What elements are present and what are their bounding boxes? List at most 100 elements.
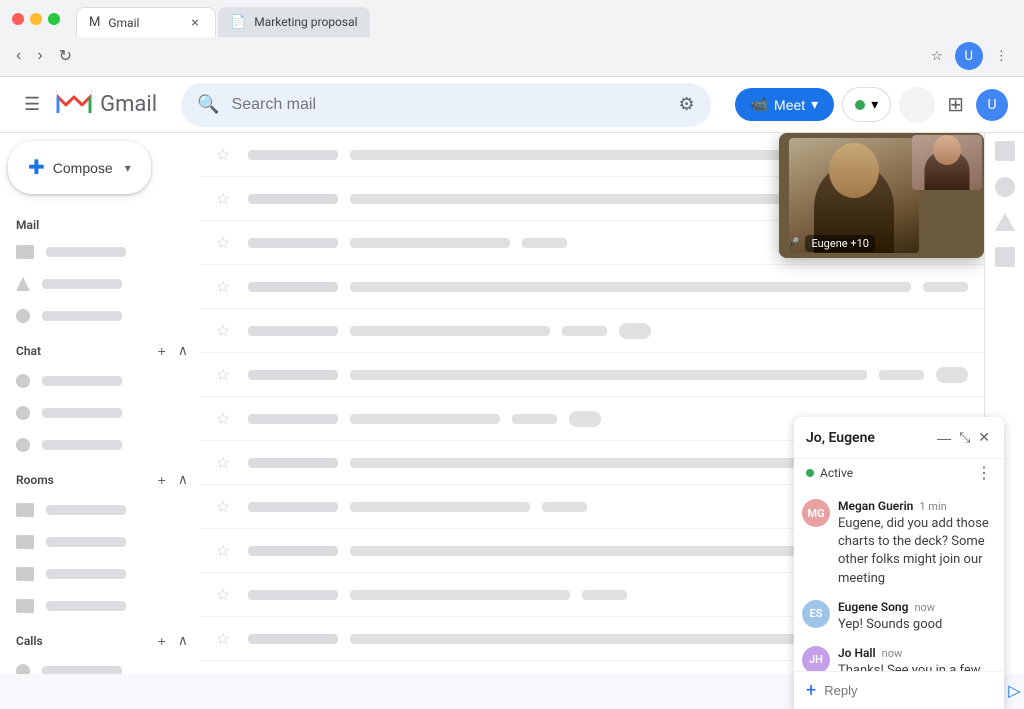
reload-button[interactable]: ↻: [55, 42, 76, 70]
video-mic-icon: 🎤: [787, 238, 799, 249]
star-icon[interactable]: ☆: [216, 189, 236, 208]
search-input[interactable]: [232, 96, 667, 114]
hamburger-menu[interactable]: ☰: [16, 86, 48, 123]
video-person-thumb: [912, 135, 982, 190]
chat2-label: [42, 408, 122, 418]
profile-avatar[interactable]: U: [955, 42, 983, 70]
star-icon[interactable]: ☆: [216, 277, 236, 296]
star-icon[interactable]: ☆: [216, 409, 236, 428]
star-icon[interactable]: ☆: [216, 145, 236, 164]
chat-section-header: Chat + ∧: [0, 332, 200, 365]
email-subject: [350, 238, 510, 248]
sidebar-item-starred[interactable]: [0, 268, 192, 300]
chat-title: Jo, Eugene: [806, 430, 875, 446]
rooms-add-button[interactable]: +: [154, 469, 170, 490]
chat-add-icon[interactable]: +: [806, 680, 816, 701]
chat-status-bar: Active ⋮: [794, 459, 1004, 491]
sidebar-item-room2[interactable]: [0, 526, 192, 558]
tab-marketing[interactable]: 📄 Marketing proposal: [218, 7, 370, 37]
sidebar-item-room4[interactable]: [0, 590, 192, 622]
search-bar[interactable]: 🔍 ⚙: [181, 83, 711, 127]
star-icon[interactable]: ☆: [216, 629, 236, 648]
tab-title: Gmail: [108, 16, 179, 30]
right-icon-3[interactable]: [995, 213, 1015, 231]
message-content-3: Jo Hall now Thanks! See you in a few: [838, 646, 996, 671]
menu-icon[interactable]: ⋮: [991, 44, 1012, 68]
star-icon[interactable]: ☆: [216, 365, 236, 384]
compose-label: Compose: [53, 160, 113, 176]
url-bar[interactable]: [84, 42, 919, 70]
mail-section-label: Mail: [0, 210, 200, 236]
user-avatar[interactable]: U: [976, 89, 1008, 121]
right-icon-2[interactable]: [995, 177, 1015, 197]
omnibar-right: ☆ U ⋮: [927, 42, 1012, 70]
video-call-overlay[interactable]: 🎤 Eugene +10: [779, 133, 984, 258]
chat-section-btns: + ∧: [154, 340, 192, 361]
sidebar-item-room1[interactable]: [0, 494, 192, 526]
unknown-round-btn[interactable]: [899, 87, 935, 123]
rooms-section-label: Rooms: [16, 473, 54, 487]
message-header-2: Eugene Song now: [838, 600, 996, 614]
sidebar-item-inbox[interactable]: [0, 236, 192, 268]
sidebar-item-room3[interactable]: [0, 558, 192, 590]
sidebar-item-chat1[interactable]: [0, 365, 192, 397]
star-icon[interactable]: ☆: [216, 453, 236, 472]
search-tune-icon[interactable]: ⚙: [678, 94, 694, 115]
calls-add-button[interactable]: +: [154, 630, 170, 651]
active-indicator: [806, 469, 814, 477]
chat-reply-input[interactable]: [824, 683, 1000, 698]
traffic-yellow[interactable]: [30, 13, 42, 25]
star-icon[interactable]: ☆: [216, 497, 236, 516]
sidebar-item-chat2[interactable]: [0, 397, 192, 429]
sidebar-item-snoozed[interactable]: [0, 300, 192, 332]
right-icon-4[interactable]: [995, 247, 1015, 267]
bookmark-icon[interactable]: ☆: [927, 44, 947, 68]
rooms-collapse-button[interactable]: ∧: [174, 469, 192, 490]
tab-close-icon[interactable]: ×: [187, 15, 203, 31]
status-button[interactable]: ▾: [842, 87, 891, 122]
meet-chevron: ▾: [811, 96, 818, 113]
chat3-icon: [16, 438, 30, 452]
star-icon[interactable]: ☆: [216, 585, 236, 604]
table-row[interactable]: ☆: [200, 353, 984, 397]
star-icon[interactable]: ☆: [216, 541, 236, 560]
room1-icon: [16, 503, 34, 517]
gmail-logo-svg: [56, 91, 92, 119]
chat-add-button[interactable]: +: [154, 340, 170, 361]
chat-collapse-button[interactable]: ∧: [174, 340, 192, 361]
email-toggle[interactable]: [569, 411, 601, 427]
chat-send-button[interactable]: ▷: [1008, 681, 1020, 701]
email-toggle[interactable]: [619, 323, 651, 339]
star-icon[interactable]: ☆: [216, 321, 236, 340]
forward-button[interactable]: ›: [33, 43, 46, 69]
sender-name: [248, 458, 338, 468]
chat-messages: MG Megan Guerin 1 min Eugene, did you ad…: [794, 491, 1004, 671]
chat-close-button[interactable]: ✕: [976, 427, 992, 448]
rooms-section-header: Rooms + ∧: [0, 461, 200, 494]
message-content-2: Eugene Song now Yep! Sounds good: [838, 600, 996, 634]
calls-section-btns: + ∧: [154, 630, 192, 651]
sidebar-item-chat3[interactable]: [0, 429, 192, 461]
tab-gmail[interactable]: M Gmail ×: [76, 7, 216, 37]
chat-expand-button[interactable]: ⤡: [957, 427, 972, 448]
star-icon[interactable]: ☆: [216, 233, 236, 252]
table-row[interactable]: ☆: [200, 265, 984, 309]
compose-button[interactable]: ✚ Compose ▾: [8, 141, 151, 194]
traffic-green[interactable]: [48, 13, 60, 25]
meet-button[interactable]: 📹 Meet ▾: [735, 88, 835, 121]
calls-collapse-button[interactable]: ∧: [174, 630, 192, 651]
back-button[interactable]: ‹: [12, 43, 25, 69]
browser-chrome: M Gmail × 📄 Marketing proposal ‹ › ↻ ☆ U…: [0, 0, 1024, 77]
chat-minimize-button[interactable]: —: [935, 427, 953, 448]
inbox-label: [46, 247, 126, 257]
right-icon-1[interactable]: [995, 141, 1015, 161]
chat-message-1: MG Megan Guerin 1 min Eugene, did you ad…: [802, 499, 996, 588]
sidebar-item-call1[interactable]: [0, 655, 192, 674]
chat-options-button[interactable]: ⋮: [976, 463, 992, 483]
table-row[interactable]: ☆: [200, 309, 984, 353]
email-toggle[interactable]: [936, 367, 968, 383]
time-3: now: [882, 647, 903, 660]
apps-grid-icon[interactable]: ⊞: [943, 88, 968, 121]
video-participant-label: Eugene +10: [805, 235, 874, 252]
traffic-red[interactable]: [12, 13, 24, 25]
